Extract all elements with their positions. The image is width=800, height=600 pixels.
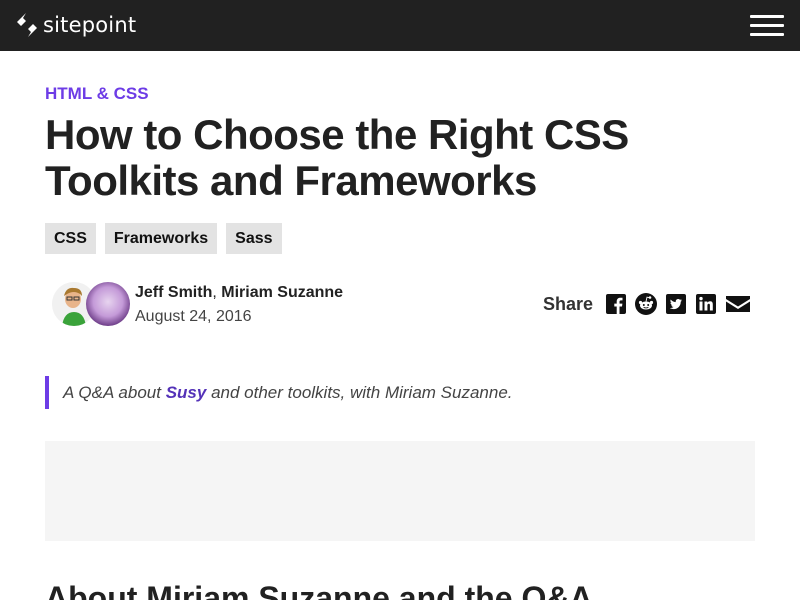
twitter-icon[interactable]	[665, 293, 687, 315]
ad-placeholder	[45, 441, 755, 541]
article-title: How to Choose the Right CSS Toolkits and…	[45, 111, 629, 204]
share-label: Share	[543, 293, 594, 314]
publish-date: August 24, 2016	[135, 308, 252, 325]
lede-text-before: A Q&A about	[63, 383, 161, 402]
author-separator: ,	[212, 284, 217, 301]
tag-list: CSS Frameworks Sass	[45, 223, 291, 254]
tag-frameworks[interactable]: Frameworks	[104, 223, 218, 254]
hamburger-menu-icon[interactable]	[748, 13, 786, 39]
author-block: Jeff Smith, Miriam Suzanne August 24, 20…	[52, 282, 352, 326]
article-lede: A Q&A about Susy and other toolkits, wit…	[45, 376, 745, 409]
lede-susy-link[interactable]: Susy	[166, 383, 207, 402]
logo-text: sitepoint	[43, 13, 137, 37]
lede-text-after: and other toolkits, with Miriam Suzanne.	[211, 383, 513, 402]
sitepoint-logo-icon	[15, 12, 39, 38]
sitepoint-logo[interactable]: sitepoint	[15, 11, 136, 39]
section-heading: About Miriam Suzanne and the Q&A	[45, 580, 593, 600]
tag-sass[interactable]: Sass	[226, 223, 282, 254]
linkedin-icon[interactable]	[695, 293, 717, 315]
top-navigation-bar: sitepoint	[0, 0, 800, 51]
author-names: Jeff Smith, Miriam Suzanne	[135, 284, 343, 302]
facebook-icon[interactable]	[605, 293, 627, 315]
category-link[interactable]: HTML & CSS	[45, 84, 149, 104]
author-link-miriam-suzanne[interactable]: Miriam Suzanne	[221, 284, 343, 301]
avatar-miriam-suzanne[interactable]	[86, 282, 130, 326]
author-link-jeff-smith[interactable]: Jeff Smith	[135, 284, 212, 301]
reddit-icon[interactable]	[635, 293, 658, 315]
tag-css[interactable]: CSS	[45, 223, 96, 254]
email-icon[interactable]	[725, 293, 751, 315]
share-bar: Share	[543, 291, 755, 317]
